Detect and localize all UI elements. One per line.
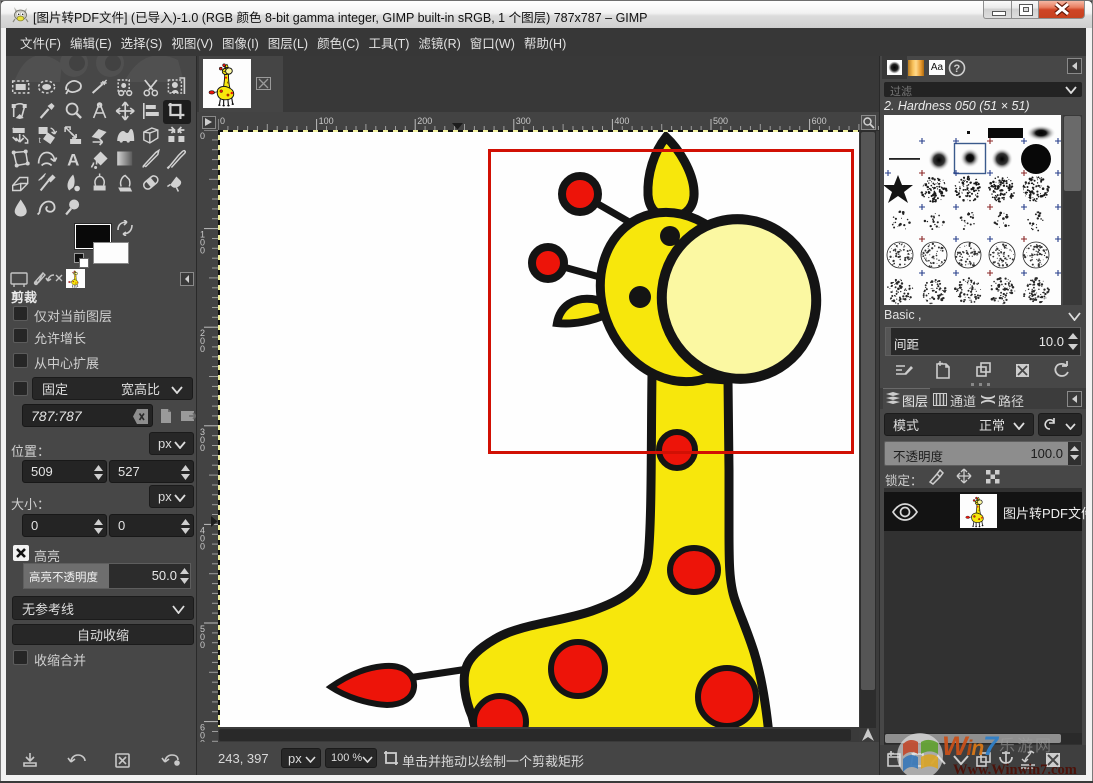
svg-text:400: 400	[614, 116, 629, 126]
svg-text:200: 200	[417, 116, 432, 126]
svg-text:0: 0	[200, 344, 205, 354]
svg-text:300: 300	[516, 116, 531, 126]
svg-text:t: t	[39, 136, 42, 145]
svg-text:A: A	[67, 151, 79, 170]
svg-text:0: 0	[200, 131, 205, 141]
svg-text:0: 0	[220, 116, 225, 126]
svg-text:?: ?	[954, 63, 961, 75]
svg-text:500: 500	[713, 116, 728, 126]
svg-text:600: 600	[812, 116, 827, 126]
svg-text:0: 0	[200, 640, 205, 650]
svg-text:0: 0	[200, 541, 205, 551]
svg-text:100: 100	[319, 116, 334, 126]
svg-text:0: 0	[200, 443, 205, 453]
svg-text:0: 0	[200, 246, 205, 256]
